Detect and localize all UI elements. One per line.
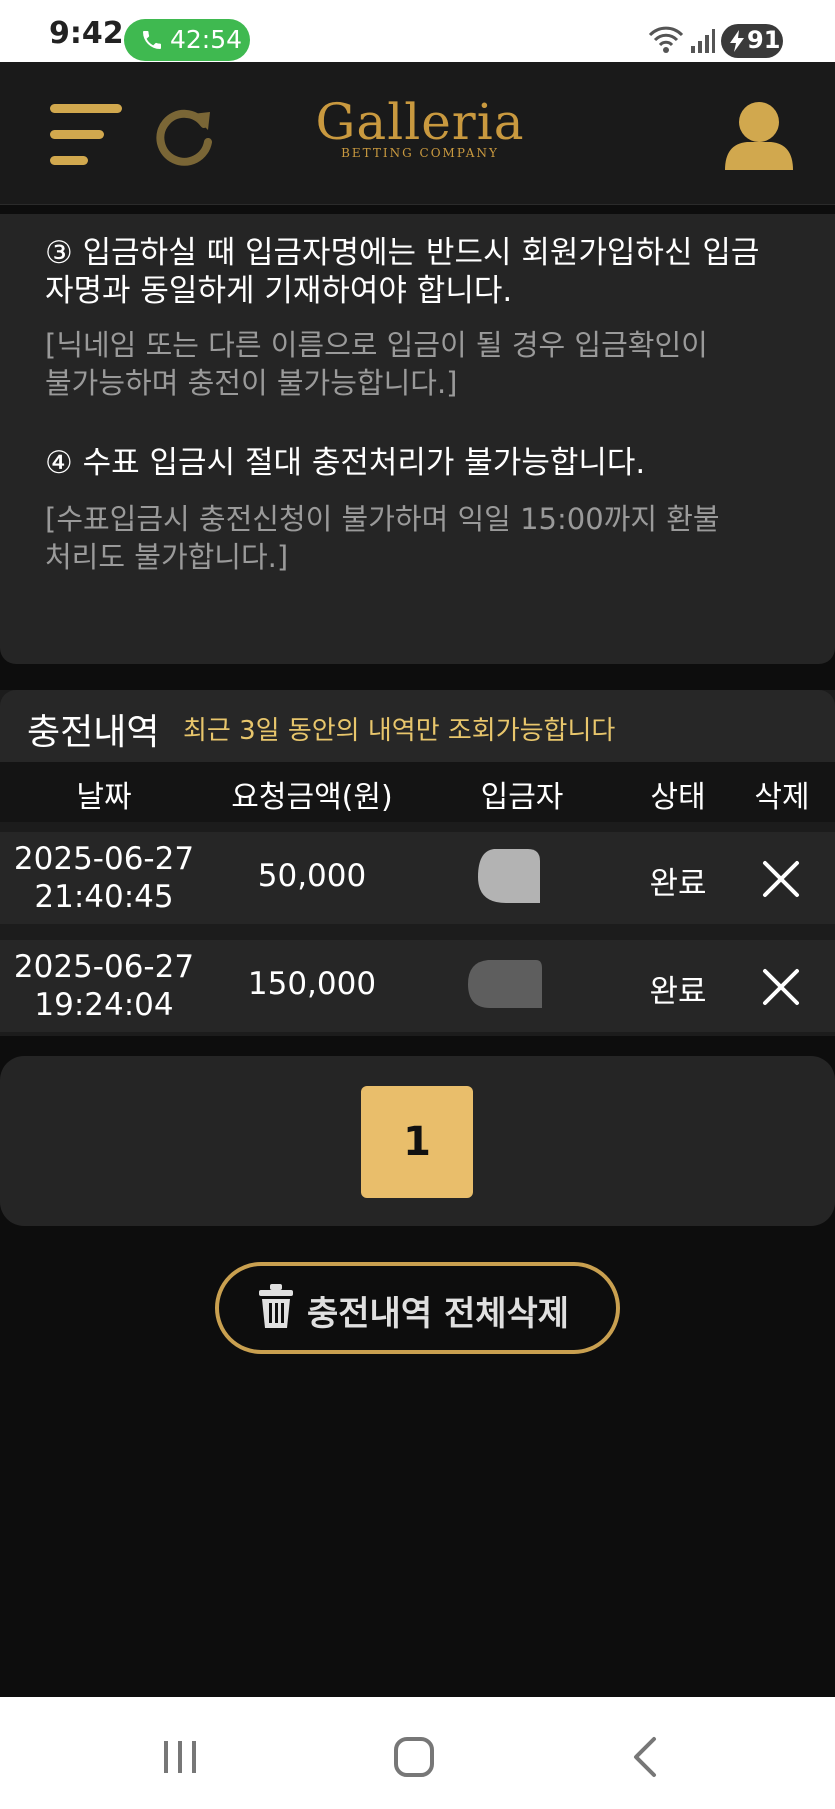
menu-icon[interactable]: [50, 104, 122, 166]
delete-row-icon[interactable]: [760, 966, 802, 1008]
delete-all-button[interactable]: 충전내역 전체삭제: [215, 1262, 620, 1354]
notice-item-3-sub-line2: 불가능하며 충전이 불가능합니다.]: [45, 366, 458, 400]
notice-item-3-sub-line1: [닉네임 또는 다른 이름으로 입금이 될 경우 입금확인이: [45, 328, 708, 362]
row-status: 완료: [649, 974, 707, 1010]
page-button-1[interactable]: 1: [361, 1086, 473, 1198]
logo-title: Galleria: [315, 93, 525, 151]
signal-icon: [691, 29, 715, 53]
notice-item-4: ④ 수표 입금시 절대 충전처리가 불가능합니다.: [45, 445, 646, 481]
column-delete: 삭제: [754, 780, 810, 815]
call-pill[interactable]: 42:54: [124, 19, 250, 61]
history-table-header: 날짜 요청금액(원) 입금자 상태 삭제: [0, 762, 835, 822]
delete-all-label: 충전내역 전체삭제: [307, 1294, 570, 1334]
table-row: 2025-06-27 19:24:04 150,000 완료: [0, 940, 835, 1032]
home-icon[interactable]: [392, 1735, 436, 1779]
row-status: 완료: [649, 866, 707, 902]
row-date-time: 19:24:04: [34, 987, 174, 1023]
battery-charging-icon: [730, 30, 744, 52]
charge-history: 충전내역 최근 3일 동안의 내역만 조회가능합니다 날짜 요청금액(원) 입금…: [0, 690, 835, 1036]
user-icon[interactable]: [723, 100, 795, 172]
row-date-time: 21:40:45: [34, 879, 174, 915]
history-title-row: 충전내역 최근 3일 동안의 내역만 조회가능합니다: [0, 690, 835, 762]
table-row: 2025-06-27 21:40:45 50,000 완료: [0, 832, 835, 924]
row-amount: 150,000: [247, 966, 377, 1002]
battery-indicator: 91: [721, 24, 783, 58]
logo[interactable]: Galleria BETTING COMPANY: [300, 96, 540, 176]
notice-item-4-sub-line1: [수표입금시 충전신청이 불가하며 익일 15:00까지 환불: [45, 502, 720, 536]
system-nav-bar: [0, 1697, 835, 1809]
delete-row-icon[interactable]: [760, 858, 802, 900]
row-date: 2025-06-27 21:40:45: [0, 840, 208, 916]
recent-apps-icon[interactable]: [160, 1737, 200, 1777]
column-depositor: 입금자: [480, 780, 564, 815]
app-header: Galleria BETTING COMPANY: [0, 62, 835, 205]
phone-icon: [143, 31, 161, 49]
status-time: 9:42: [49, 16, 124, 51]
back-icon[interactable]: [630, 1735, 660, 1779]
status-bar: 9:42 42:54 91: [0, 0, 835, 62]
battery-level: 91: [747, 26, 781, 54]
depositor-redacted: [478, 849, 540, 903]
notice-item-3-line2: 자명과 동일하게 기재하여야 합니다.: [45, 273, 513, 309]
row-amount: 50,000: [257, 858, 367, 894]
depositor-redacted: [468, 960, 542, 1008]
pagination: 1: [0, 1056, 835, 1226]
row-date-day: 2025-06-27: [13, 841, 195, 877]
column-amount: 요청금액(원): [231, 780, 393, 815]
column-status: 상태: [650, 780, 706, 815]
notice-item-3-line1: ③ 입금하실 때 입금자명에는 반드시 회원가입하신 입금: [45, 235, 760, 271]
notice-item-4-sub-line2: 처리도 불가합니다.]: [45, 540, 289, 574]
wifi-icon: [648, 26, 684, 53]
trash-icon: [259, 1284, 293, 1328]
column-date: 날짜: [76, 780, 132, 815]
call-timer: 42:54: [170, 25, 243, 54]
row-date: 2025-06-27 19:24:04: [0, 948, 208, 1024]
row-date-day: 2025-06-27: [13, 949, 195, 985]
deposit-notice: ③ 입금하실 때 입금자명에는 반드시 회원가입하신 입금 자명과 동일하게 기…: [0, 214, 835, 664]
history-title: 충전내역: [27, 712, 160, 753]
refresh-icon[interactable]: [152, 102, 218, 168]
history-note: 최근 3일 동안의 내역만 조회가능합니다: [183, 716, 616, 746]
